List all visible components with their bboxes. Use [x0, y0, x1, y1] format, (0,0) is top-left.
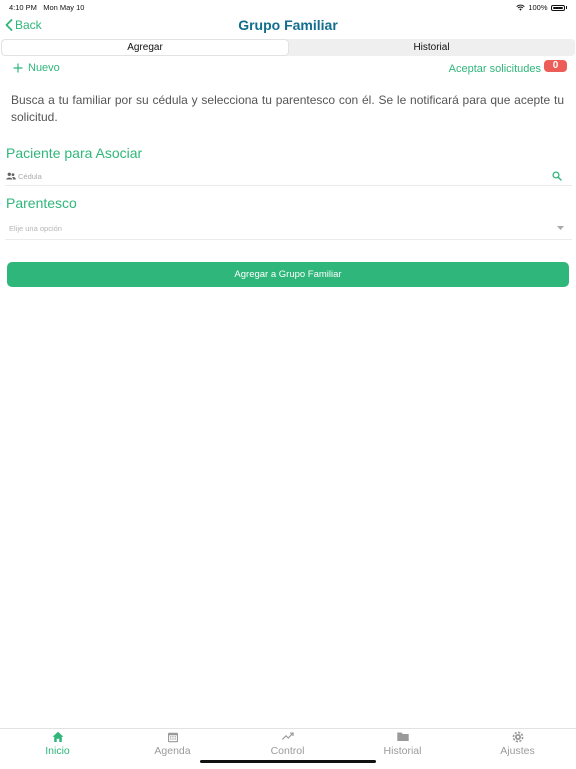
gear-icon	[512, 731, 523, 743]
tab-historial[interactable]: Historial	[345, 729, 460, 769]
accept-requests-button[interactable]: Aceptar solicitudes	[449, 63, 541, 75]
new-button[interactable]: Nuevo	[13, 62, 60, 74]
battery-icon	[550, 4, 565, 11]
status-time-text: 4:10 PM	[9, 3, 37, 12]
patient-section-title: Paciente para Asociar	[6, 145, 143, 161]
caret-down-icon	[557, 226, 564, 230]
tab-ajustes-label: Ajustes	[500, 745, 535, 757]
tab-historial-label: Historial	[383, 745, 422, 757]
tab-inicio[interactable]: Inicio	[0, 729, 115, 769]
cedula-search-field[interactable]: Cédula	[5, 169, 572, 186]
new-label: Nuevo	[28, 62, 60, 74]
tab-agenda[interactable]: Agenda	[115, 729, 230, 769]
relationship-select[interactable]: Elije una opción	[5, 221, 572, 240]
search-icon[interactable]	[552, 171, 562, 181]
home-icon	[52, 731, 63, 742]
wifi-icon	[516, 4, 525, 11]
page-title: Grupo Familiar	[238, 17, 338, 33]
tab-ajustes[interactable]: Ajustes	[460, 729, 575, 769]
tab-historial[interactable]: Historial	[289, 40, 574, 55]
add-to-family-button[interactable]: Agregar a Grupo Familiar	[7, 262, 569, 287]
segmented-control: Agregar Historial	[1, 39, 575, 56]
battery-cap	[565, 6, 567, 9]
users-icon	[6, 172, 16, 180]
battery-percent: 100%	[528, 3, 548, 12]
tab-control[interactable]: Control	[230, 729, 345, 769]
status-right: 100%	[516, 3, 567, 12]
plus-icon	[13, 63, 23, 73]
status-bar: 4:10 PM Mon May 10 100%	[0, 0, 576, 14]
navigation-bar: Back Grupo Familiar	[0, 14, 576, 38]
tab-inicio-label: Inicio	[45, 745, 70, 757]
status-time: 4:10 PM Mon May 10	[9, 3, 84, 12]
cedula-placeholder: Cédula	[18, 172, 42, 181]
instructions-text: Busca a tu familiar por su cédula y sele…	[11, 93, 564, 124]
relationship-section-title: Parentesco	[6, 195, 77, 211]
tab-agregar[interactable]: Agregar	[2, 40, 288, 55]
home-indicator	[200, 760, 376, 763]
tab-agenda-label: Agenda	[154, 745, 191, 757]
actions-row: Nuevo Aceptar solicitudes 0	[0, 60, 576, 80]
folder-icon	[396, 732, 409, 741]
requests-count-badge: 0	[544, 60, 567, 72]
relationship-placeholder: Elije una opción	[9, 224, 62, 233]
calendar-icon	[167, 732, 178, 743]
status-date-text: Mon May 10	[43, 3, 85, 12]
trend-icon	[281, 732, 294, 740]
tab-control-label: Control	[270, 745, 305, 757]
